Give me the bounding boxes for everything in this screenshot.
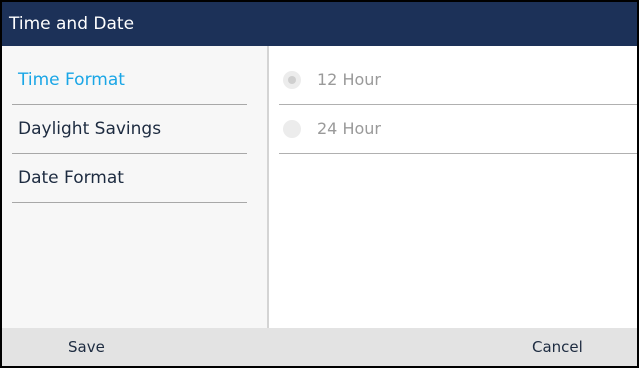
sidebar-item-label: Daylight Savings — [18, 119, 162, 139]
radio-button-icon[interactable] — [283, 71, 301, 89]
option-12-hour[interactable]: 12 Hour — [279, 56, 637, 105]
option-label: 24 Hour — [317, 119, 381, 138]
sidebar-item-daylight-savings[interactable]: Daylight Savings — [12, 105, 247, 154]
phone-screen: Time and Date Time Format Daylight Savin… — [0, 0, 639, 368]
softkey-bar: Save Cancel — [2, 328, 637, 366]
sidebar-menu: Time Format Daylight Savings Date Format — [2, 46, 269, 328]
radio-selected-dot — [288, 76, 296, 84]
radio-button-icon[interactable] — [283, 120, 301, 138]
sidebar-item-time-format[interactable]: Time Format — [12, 56, 247, 105]
sidebar-item-label: Time Format — [18, 70, 125, 90]
option-label: 12 Hour — [317, 70, 381, 89]
sidebar-item-date-format[interactable]: Date Format — [12, 154, 247, 203]
cancel-button[interactable]: Cancel — [532, 328, 583, 366]
sidebar-item-label: Date Format — [18, 168, 124, 188]
page-title: Time and Date — [9, 14, 135, 34]
time-format-options: 12 Hour 24 Hour — [269, 46, 637, 328]
title-bar: Time and Date — [2, 2, 637, 46]
option-24-hour[interactable]: 24 Hour — [279, 105, 637, 154]
save-button[interactable]: Save — [68, 328, 105, 366]
